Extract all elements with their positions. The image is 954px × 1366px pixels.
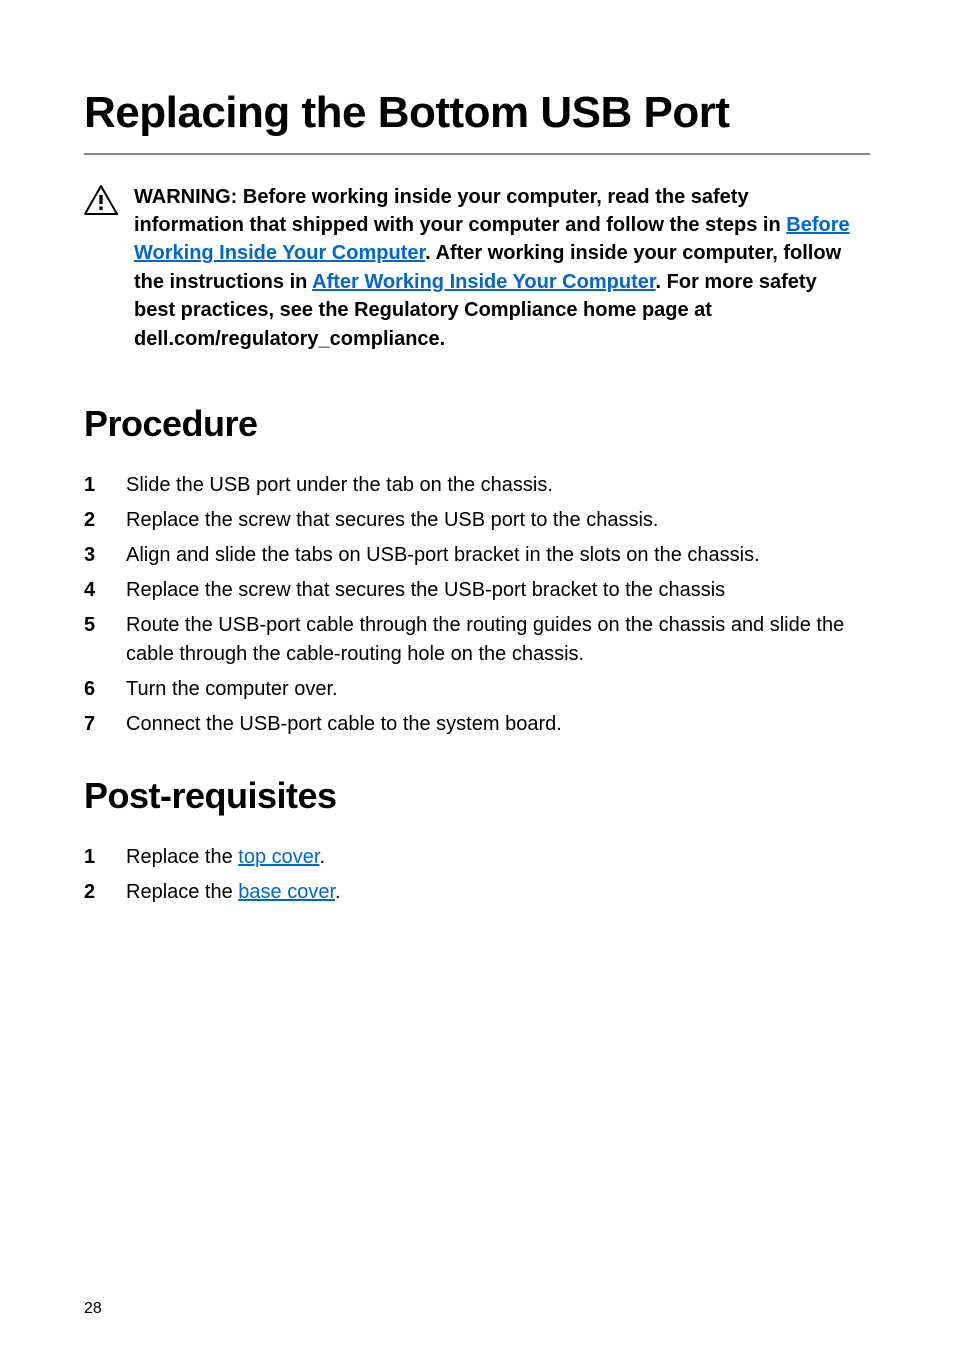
postreq-section: Post-requisites Replace the top cover. R…: [84, 775, 870, 907]
procedure-step: Align and slide the tabs on USB-port bra…: [84, 541, 870, 570]
warning-text: WARNING: Before working inside your comp…: [134, 183, 860, 353]
procedure-step: Slide the USB port under the tab on the …: [84, 471, 870, 500]
procedure-step: Route the USB-port cable through the rou…: [84, 611, 870, 669]
postreq-text-segment: .: [319, 846, 325, 868]
postreq-text-segment: Replace the: [126, 881, 238, 903]
postreq-text-segment: Replace the: [126, 846, 238, 868]
postreq-heading: Post-requisites: [84, 775, 870, 817]
page-title: Replacing the Bottom USB Port: [84, 88, 870, 155]
link-top-cover[interactable]: top cover: [238, 846, 319, 868]
postreq-step: Replace the top cover.: [84, 843, 870, 872]
procedure-step: Turn the computer over.: [84, 675, 870, 704]
link-base-cover[interactable]: base cover: [238, 881, 335, 903]
procedure-step: Connect the USB-port cable to the system…: [84, 710, 870, 739]
page-number: 28: [84, 1300, 102, 1318]
procedure-heading: Procedure: [84, 403, 870, 445]
link-after-working[interactable]: After Working Inside Your Computer: [312, 271, 655, 293]
postreq-steps: Replace the top cover. Replace the base …: [84, 843, 870, 907]
postreq-text-segment: .: [335, 881, 341, 903]
warning-text-segment: WARNING: Before working inside your comp…: [134, 186, 786, 236]
procedure-step: Replace the screw that secures the USB-p…: [84, 576, 870, 605]
postreq-step: Replace the base cover.: [84, 878, 870, 907]
procedure-section: Procedure Slide the USB port under the t…: [84, 403, 870, 739]
warning-block: WARNING: Before working inside your comp…: [84, 183, 870, 353]
procedure-steps: Slide the USB port under the tab on the …: [84, 471, 870, 739]
procedure-step: Replace the screw that secures the USB p…: [84, 506, 870, 535]
warning-icon: [84, 185, 118, 215]
